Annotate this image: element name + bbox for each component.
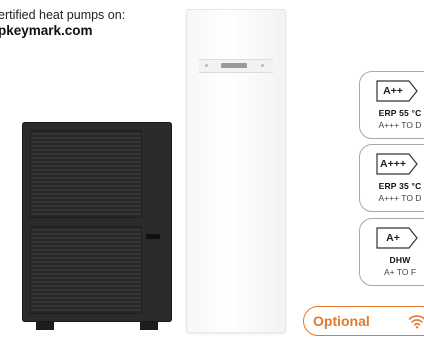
- energy-class-arrow-icon: A+: [376, 227, 418, 249]
- erp-label: ERP 35 °C: [378, 181, 422, 191]
- outdoor-unit-foot: [36, 322, 54, 330]
- energy-class: A+: [386, 232, 400, 244]
- outdoor-unit-image: [22, 122, 172, 330]
- outdoor-unit-foot: [140, 322, 158, 330]
- keymark-link[interactable]: pkeymark.com: [0, 23, 200, 39]
- outdoor-unit-body: [22, 122, 172, 322]
- erp-label: DHW: [389, 255, 411, 265]
- erp-range: A+ TO F: [383, 267, 417, 277]
- wifi-icon: [408, 315, 424, 329]
- optional-label: Optional: [313, 313, 370, 329]
- indoor-unit-display: [199, 59, 273, 73]
- display-indicator: [205, 64, 208, 67]
- display-indicator: [261, 64, 264, 67]
- optional-wifi-pill[interactable]: Optional: [303, 306, 424, 336]
- fan-grille-top: [30, 130, 142, 218]
- indoor-unit-image: [186, 9, 286, 333]
- side-handle: [146, 234, 160, 239]
- energy-badge-dhw: A+ DHW A+ TO F: [359, 218, 424, 286]
- display-screen: [221, 63, 247, 68]
- erp-range: A+++ TO D: [378, 193, 422, 203]
- energy-badge-erp55: A++ ERP 55 °C A+++ TO D: [359, 71, 424, 139]
- heading-text: ertified heat pumps on:: [0, 8, 126, 22]
- energy-class-arrow-icon: A++: [376, 80, 418, 102]
- energy-badge-erp35: A+++ ERP 35 °C A+++ TO D: [359, 144, 424, 212]
- erp-label: ERP 55 °C: [378, 108, 422, 118]
- energy-class: A++: [383, 85, 403, 97]
- certification-heading: ertified heat pumps on: pkeymark.com: [0, 8, 200, 39]
- energy-class-arrow-icon: A+++: [376, 153, 418, 175]
- fan-grille-bottom: [30, 226, 142, 314]
- energy-class: A+++: [380, 158, 406, 170]
- erp-range: A+++ TO D: [378, 120, 422, 130]
